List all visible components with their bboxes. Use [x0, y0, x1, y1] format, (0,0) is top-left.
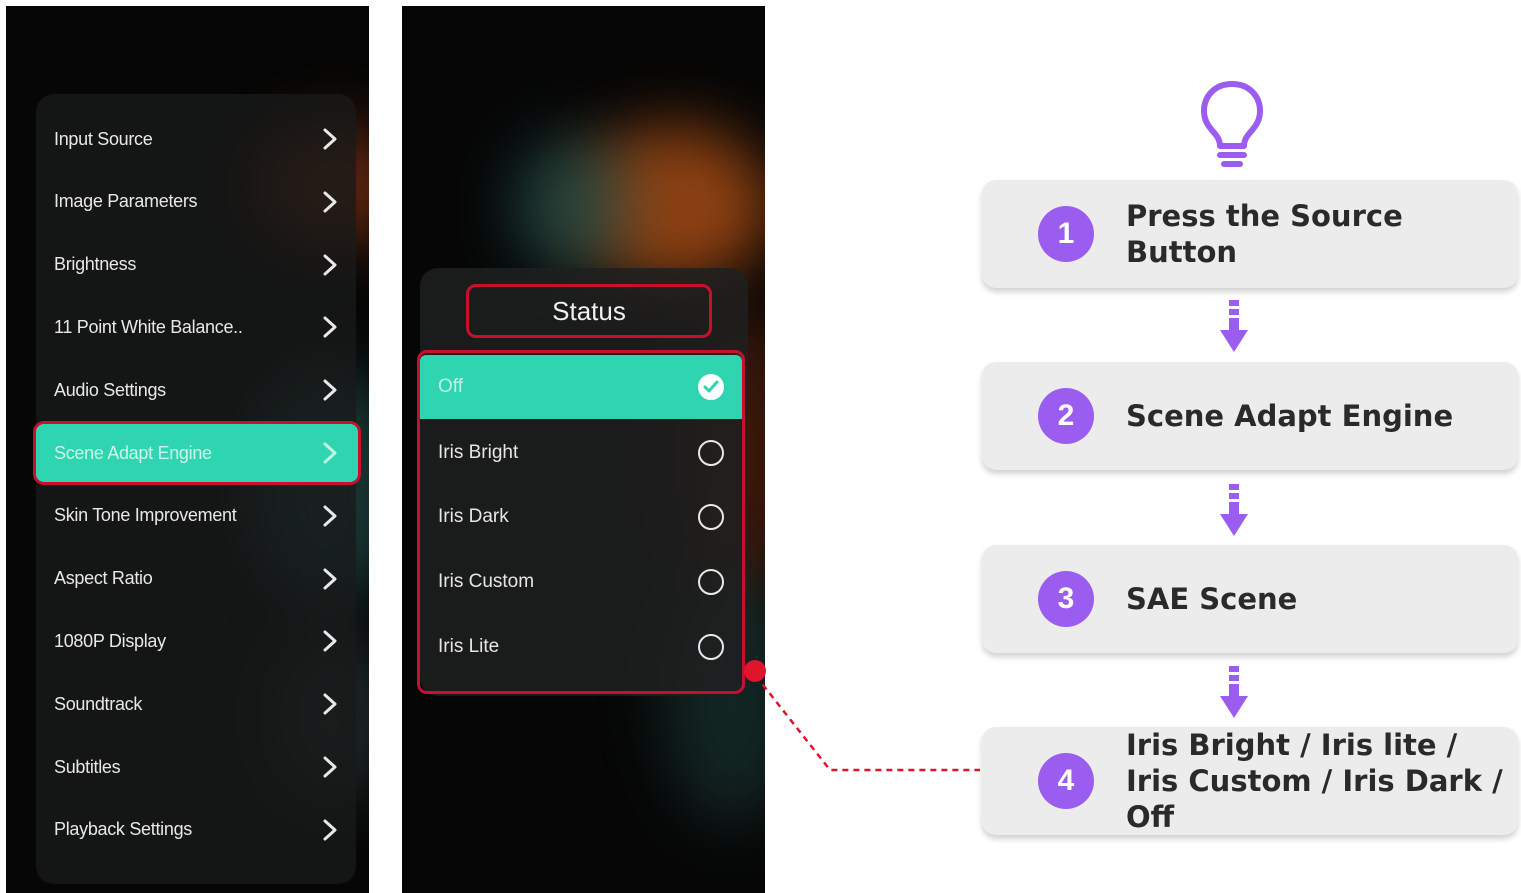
step-text: Scene Adapt Engine [1126, 399, 1454, 433]
step-text: Press the Source Button [1126, 199, 1403, 269]
step-card: 4 Iris Bright / Iris lite / Iris Custom /… [982, 727, 1518, 835]
step-text: Iris Bright / Iris lite / Iris Custom / … [1126, 728, 1503, 834]
arrow-down-icon [1219, 484, 1249, 543]
lightbulb-icon [1196, 78, 1268, 175]
step-card: 3 SAE Scene [982, 545, 1518, 653]
step-number-badge: 3 [1038, 571, 1094, 627]
arrow-down-icon [1219, 666, 1249, 725]
step-card: 2 Scene Adapt Engine [982, 362, 1518, 470]
step-text: SAE Scene [1126, 582, 1298, 616]
step-card: 1 Press the Source Button [982, 180, 1518, 288]
step-number-badge: 1 [1038, 206, 1094, 262]
arrow-down-icon [1219, 300, 1249, 359]
step-number-badge: 4 [1038, 753, 1094, 809]
connector-dot [744, 660, 766, 682]
step-number-badge: 2 [1038, 388, 1094, 444]
